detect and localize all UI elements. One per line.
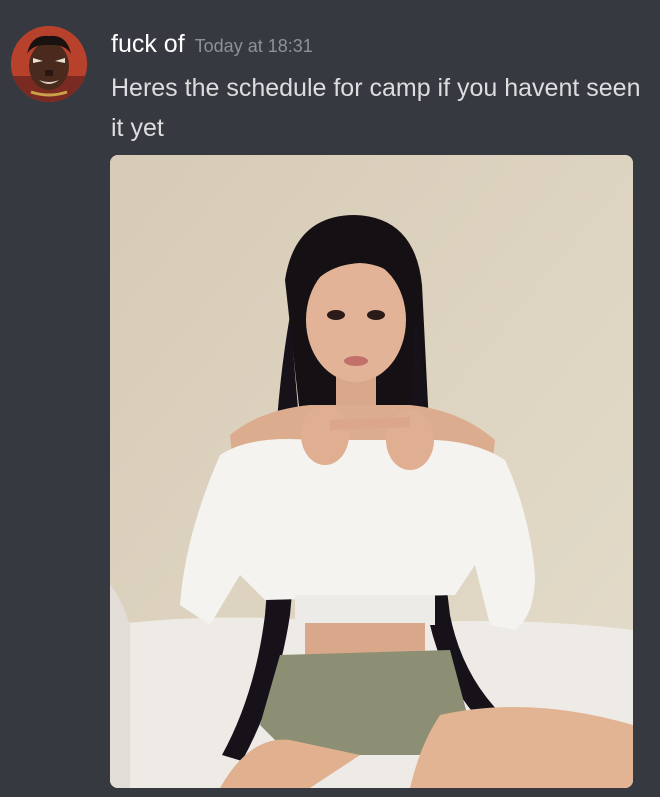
chat-message: fuck of Today at 18:31 Heres the schedule… bbox=[0, 0, 660, 797]
message-author[interactable]: fuck of bbox=[111, 30, 185, 58]
message-timestamp: Today at 18:31 bbox=[194, 36, 313, 56]
avatar-portrait-icon bbox=[11, 26, 87, 102]
user-avatar[interactable] bbox=[11, 26, 87, 102]
message-header: fuck of Today at 18:31 bbox=[111, 30, 313, 59]
image-attachment[interactable] bbox=[110, 155, 633, 788]
message-text: Heres the schedule for camp if you haven… bbox=[111, 74, 641, 142]
photo-attachment-icon bbox=[110, 155, 633, 788]
